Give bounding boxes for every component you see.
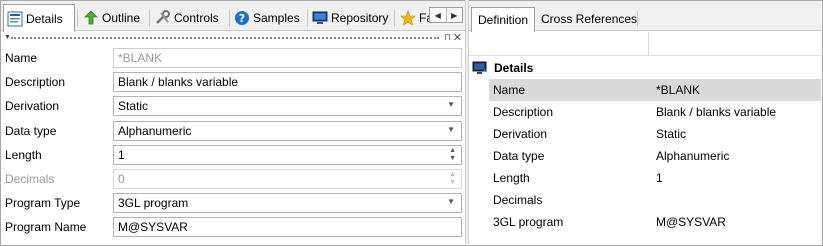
tab-cross-references[interactable]: Cross References [535,8,643,30]
close-icon[interactable]: ✕ [453,31,462,44]
property-row[interactable]: Decimals [489,189,821,211]
details-icon [7,11,23,26]
monitor-icon [472,61,487,74]
property-row[interactable]: Data type Alphanumeric [489,145,821,167]
property-value: Alphanumeric [656,149,730,163]
left-tab-bar: Details Outline Controls ? Samples Repos… [1,1,465,32]
tab-scroll-buttons: ◀ ▶ [429,7,463,23]
data-type-label: Data type [5,124,57,138]
chevron-down-icon: ▼ [447,100,455,109]
controls-icon [156,10,170,24]
program-type-row: Program Type 3GL program ▼ [1,191,465,215]
length-stepper[interactable]: 1 ▲ ▼ [113,145,462,165]
property-row[interactable]: Derivation Static [489,123,821,145]
help-icon: ? [235,11,249,25]
definition-pane: Definition Cross References Details Name… [469,1,821,244]
property-key: Data type [493,149,545,163]
property-value: M@SYSVAR [656,215,726,229]
chevron-down-icon: ▼ [447,125,455,134]
property-value: 1 [656,171,663,185]
derivation-row: Derivation Static ▼ [1,94,465,118]
tab-controls[interactable]: Controls [152,5,228,31]
monitor-icon [312,11,328,24]
derivation-select[interactable]: Static ▼ [113,96,462,116]
name-row: Name *BLANK [1,46,465,70]
property-key: Derivation [493,127,548,141]
name-label: Name [5,51,38,65]
tab-outline[interactable]: Outline [80,5,148,31]
program-name-label: Program Name [5,220,87,234]
data-type-row: Data type Alphanumeric ▼ [1,119,465,143]
tab-details[interactable]: Details [3,4,75,32]
star-icon [400,10,416,26]
group-title: Details [494,61,534,75]
property-key: Length [493,171,530,185]
data-type-select[interactable]: Alphanumeric ▼ [113,121,462,141]
length-row: Length 1 ▲ ▼ [1,143,465,167]
details-pane: Details Outline Controls ? Samples Repos… [1,1,465,244]
program-type-select[interactable]: 3GL program ▼ [113,193,462,213]
property-key: 3GL program [493,215,564,229]
collapse-icon[interactable]: ▼ [4,34,11,41]
tab-definition[interactable]: Definition [471,7,536,32]
property-row[interactable]: 3GL program M@SYSVAR [489,211,821,233]
panel-toolbar: ▼ ⊓ ✕ [1,32,465,44]
description-row: Description Blank / blanks variable [1,70,465,94]
property-grid-header [469,32,821,56]
property-value: Blank / blanks variable [656,105,777,119]
tab-label: Outline [102,11,141,25]
property-row[interactable]: Length 1 [489,167,821,189]
tab-label: Samples [253,11,300,25]
decimals-row: Decimals 0 ▲ ▼ [1,167,465,191]
right-tab-bar: Definition Cross References [469,1,821,32]
program-name-row: Program Name M@SYSVAR [1,215,465,239]
spinner-icon[interactable]: ▲ ▼ [449,147,456,163]
property-value: Static [656,127,687,141]
tab-repository[interactable]: Repository [309,5,393,31]
tab-label: Controls [174,11,219,25]
details-group-header[interactable]: Details [469,57,821,79]
scroll-left-icon[interactable]: ◀ [430,8,446,22]
name-field[interactable]: *BLANK [113,48,462,68]
svg-text:?: ? [239,12,245,25]
tab-label: Fa [419,11,429,25]
property-value: *BLANK [656,83,701,97]
program-type-label: Program Type [5,196,81,210]
tab-favorites[interactable]: Fa [397,5,429,31]
property-key: Name [493,83,526,97]
property-row[interactable]: Name *BLANK [489,79,821,101]
property-row[interactable]: Description Blank / blanks variable [489,101,821,123]
chevron-down-icon: ▼ [447,197,455,206]
drag-handle[interactable] [11,37,439,39]
property-key: Description [493,105,554,119]
spinner-icon: ▲ ▼ [449,171,456,186]
description-label: Description [5,75,66,89]
property-key: Decimals [493,193,543,207]
tab-label: Details [26,11,63,26]
tab-label: Repository [331,11,389,25]
decimals-stepper: 0 ▲ ▼ [113,169,462,189]
description-field[interactable]: Blank / blanks variable [113,72,462,92]
derivation-label: Derivation [5,99,60,113]
decimals-label: Decimals [5,172,55,186]
outline-icon [84,10,98,25]
pin-icon[interactable]: ⊓ [444,32,451,43]
program-name-field[interactable]: M@SYSVAR [113,217,462,237]
length-label: Length [5,148,42,162]
tab-samples[interactable]: ? Samples [231,5,307,31]
column-header[interactable] [469,32,649,56]
scroll-right-icon[interactable]: ▶ [445,8,463,22]
